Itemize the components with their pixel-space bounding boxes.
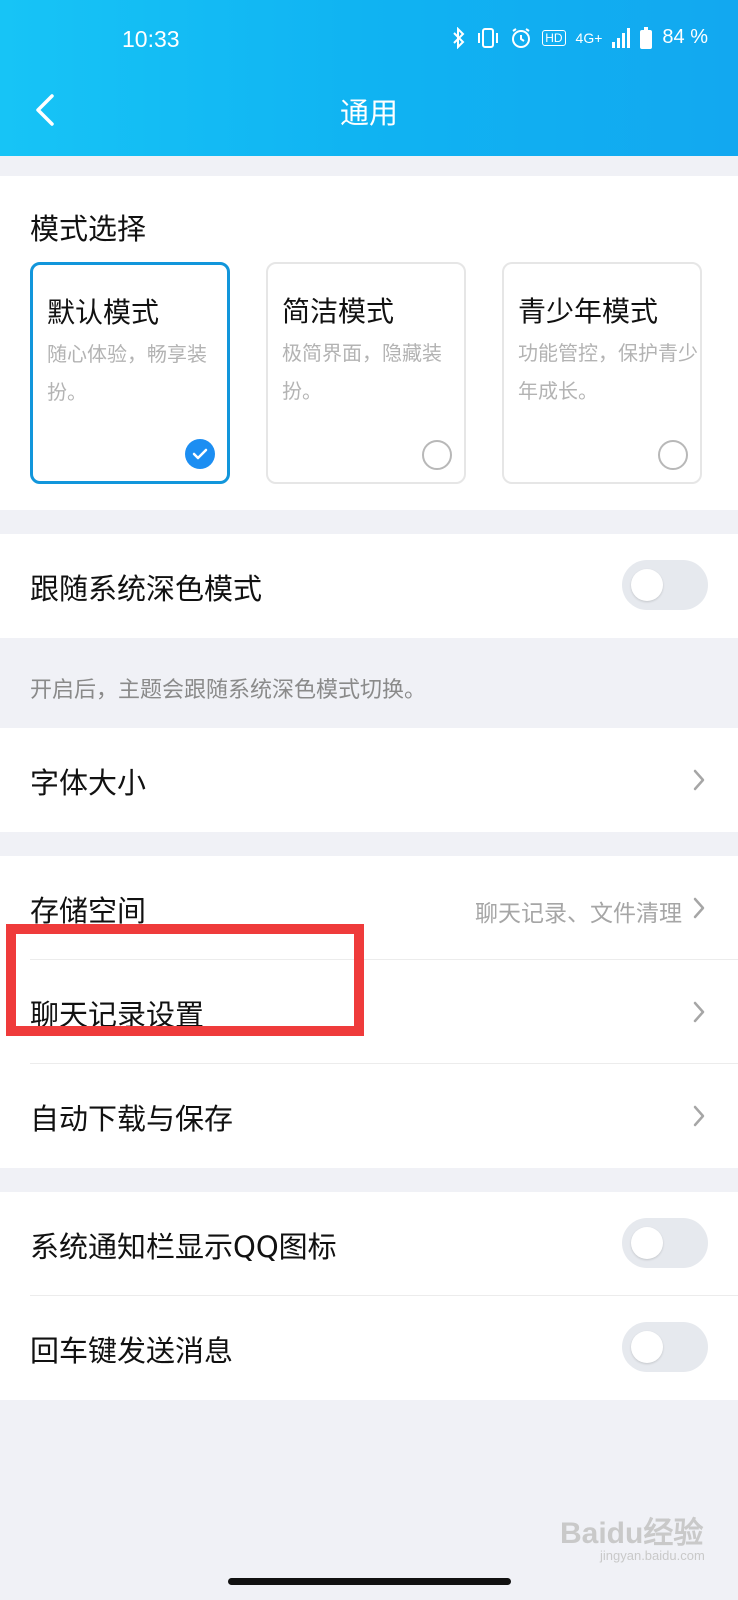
mode-name: 默认模式 [47,296,160,329]
row-label: 字体大小 [30,766,147,800]
mode-name: 青少年模式 [518,295,659,328]
watermark: Baidu经验 [560,1517,704,1550]
chevron-right-icon [693,769,705,791]
bluetooth-icon [453,26,465,49]
row-auto-download[interactable]: 自动下载与保存 [0,1064,738,1168]
mode-card-simple[interactable]: 简洁模式 极简界面，隐藏装扮。 [266,262,466,484]
status-icons: HD 4G+ 84 % [452,26,708,49]
battery-level: 84 % [662,26,708,48]
row-dark-mode[interactable]: 跟随系统深色模式 [0,534,738,638]
vibrate-icon [478,27,499,48]
mode-section: 模式选择 默认模式 随心体验，畅享装扮。 简洁模式 极简界面，隐藏装扮。 青少年… [0,176,738,510]
mode-desc: 极简界面，隐藏装扮。 [282,341,442,403]
row-label: 回车键发送消息 [30,1334,234,1368]
notify-icon-toggle[interactable] [622,1218,708,1268]
alarm-icon [512,27,531,48]
dark-mode-hint: 开启后，主题会跟随系统深色模式切换。 [30,678,427,703]
app-header: 10:33 HD 4G+ 84 % 通用 [0,0,738,156]
mode-desc: 随心体验，畅享装扮。 [47,342,207,404]
mode-card-teen[interactable]: 青少年模式 功能管控，保护青少年成长。 [502,262,702,484]
row-value: 聊天记录、文件清理 [475,901,682,927]
row-label: 自动下载与保存 [30,1102,234,1136]
battery-icon [640,26,653,49]
radio-unchecked-icon[interactable] [422,440,452,470]
dark-mode-toggle[interactable] [622,560,708,610]
radio-unchecked-icon[interactable] [658,440,688,470]
page-title: 通用 [339,96,398,130]
toggle-knob [631,1331,663,1363]
chevron-right-icon [693,897,705,919]
mode-card-default[interactable]: 默认模式 随心体验，畅享装扮。 [30,262,230,484]
status-time: 10:33 [122,26,180,52]
home-indicator[interactable] [228,1578,511,1585]
watermark-site: jingyan.baidu.com [600,1548,705,1563]
network-label: 4G+ [575,29,603,46]
row-font-size[interactable]: 字体大小 [0,728,738,832]
toggle-knob [631,569,663,601]
row-notify-icon[interactable]: 系统通知栏显示QQ图标 [0,1192,738,1296]
mode-desc: 功能管控，保护青少年成长。 [518,341,698,403]
hd-badge: HD [542,29,566,46]
mode-section-title: 模式选择 [30,212,147,246]
toggle-knob [631,1227,663,1259]
chevron-right-icon [693,1105,705,1127]
row-label: 跟随系统深色模式 [30,572,263,606]
chevron-right-icon [693,1001,705,1023]
radio-checked-icon[interactable] [185,439,215,469]
highlight-box [6,924,364,1036]
enter-send-toggle[interactable] [622,1322,708,1372]
row-enter-send[interactable]: 回车键发送消息 [0,1296,738,1400]
signal-icon [612,27,631,48]
mode-name: 简洁模式 [282,295,395,328]
row-label: 系统通知栏显示QQ图标 [30,1230,337,1264]
